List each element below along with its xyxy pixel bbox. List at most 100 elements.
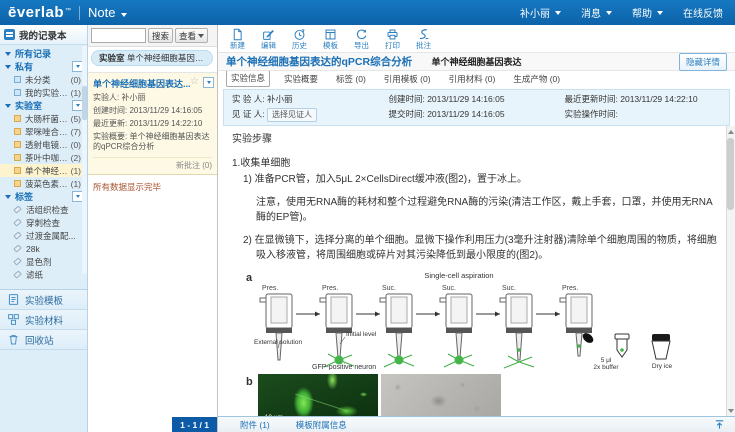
sidebar-scrollbar[interactable]: [82, 46, 87, 274]
new-button[interactable]: 新建: [230, 28, 245, 50]
annotation-icon: [417, 28, 430, 41]
figure-a: a Single-cell aspiration Pres. Pres.: [246, 270, 717, 370]
tab-tags[interactable]: 标签 (0): [332, 72, 370, 87]
notebook-icon: [14, 167, 21, 174]
tag-icon: [13, 231, 22, 239]
notebook-icon: [14, 76, 21, 83]
select-witness-button[interactable]: 选择见证人: [267, 108, 317, 122]
search-button[interactable]: 搜索: [148, 28, 173, 43]
template-info-link[interactable]: 模板附属信息: [296, 419, 347, 431]
toolbar: 新建 编辑 历史 模板 导出: [218, 25, 735, 52]
notebook-icon: [14, 115, 21, 122]
tag-icon: [13, 205, 22, 213]
pencil-icon: [262, 28, 275, 41]
app-logo[interactable]: ēverlab™ Note: [8, 4, 127, 21]
fluorescence-micrograph: 10 μm: [258, 374, 378, 417]
svg-text:2x buffer: 2x buffer: [594, 364, 620, 370]
sidebar-item-notebook[interactable]: 翠咪唑合成... (7): [0, 125, 87, 138]
tab-products[interactable]: 生成产物 (0): [509, 72, 564, 87]
sidebar-section-private[interactable]: 私有: [0, 60, 87, 73]
chevron-down-icon[interactable]: [121, 13, 127, 17]
notebook-icon: [14, 128, 21, 135]
svg-text:Initial level: Initial level: [346, 331, 377, 338]
sidebar-item-uncategorized[interactable]: 未分类 (0): [0, 73, 87, 86]
help-menu[interactable]: 帮助: [632, 5, 663, 20]
new-document-icon: [231, 28, 244, 41]
content-scrollbar[interactable]: [726, 126, 735, 416]
messages-menu[interactable]: 消息: [581, 5, 612, 20]
export-button[interactable]: 导出: [354, 28, 369, 50]
detail-footer-bar: 附件 (1) 模板附属信息: [218, 416, 735, 432]
sidebar-item-recycle-bin[interactable]: 回收站: [0, 330, 87, 350]
notebook-icon: [14, 180, 21, 187]
view-button[interactable]: 查看: [175, 28, 208, 43]
sidebar-section-all-records[interactable]: 所有记录: [0, 47, 87, 60]
scroll-up-arrow[interactable]: [727, 127, 734, 136]
print-button[interactable]: 打印: [385, 28, 400, 50]
info-updated: 最近更新时间: 2013/11/29 14:22:10: [565, 93, 721, 105]
chevron-down-icon: [657, 11, 663, 15]
info-witness: 见 证 人: 选择见证人: [232, 108, 388, 122]
template-button[interactable]: 模板: [323, 28, 338, 50]
notebook-icon: [4, 29, 15, 40]
template-icon: [324, 28, 337, 41]
tab-summary[interactable]: 实验概要: [280, 72, 322, 87]
sidebar-item-materials[interactable]: 实验材料: [0, 310, 87, 330]
sidebar-item-tag[interactable]: 显色剂: [0, 255, 87, 268]
svg-text:Dry ice: Dry ice: [652, 363, 673, 370]
card-annotation-count[interactable]: 新批注 (0): [93, 157, 212, 171]
hide-details-button[interactable]: 隐藏详情: [679, 53, 727, 71]
sidebar-item-notebook-selected[interactable]: 单个神经细... (1): [0, 164, 87, 177]
diagram-title: Single-cell aspiration: [425, 271, 494, 280]
tag-icon: [13, 270, 22, 278]
edit-button[interactable]: 编辑: [261, 28, 276, 50]
scroll-down-arrow[interactable]: [727, 406, 734, 415]
user-menu[interactable]: 补小丽: [520, 5, 561, 20]
sidebar-item-notebook[interactable]: 透射电镜小... (0): [0, 138, 87, 151]
annotate-button[interactable]: 批注: [416, 28, 431, 50]
sidebar-item-tag[interactable]: 穿刺检查: [0, 216, 87, 229]
sidebar-section-tags[interactable]: 标签: [0, 190, 87, 203]
pagination[interactable]: 1 - 1 / 1: [172, 417, 217, 432]
sidebar: 我的记录本 所有记录 私有 未分类 (0): [0, 25, 88, 432]
experiment-title: 单个神经细胞基因表达的qPCR综合分析: [226, 54, 412, 69]
product-name: Note: [88, 5, 115, 20]
sidebar-item-tag[interactable]: 活组织检查: [0, 203, 87, 216]
tab-experiment-info[interactable]: 实验信息: [226, 70, 270, 87]
svg-text:5 μl: 5 μl: [601, 357, 612, 364]
chevron-down-icon: [76, 195, 80, 198]
chevron-down-icon: [555, 11, 561, 15]
sidebar-item-my-records[interactable]: 我的实验记... (1): [0, 86, 87, 99]
sidebar-section-lab[interactable]: 实验室: [0, 99, 87, 112]
export-icon: [355, 28, 368, 41]
card-menu-button[interactable]: [203, 77, 214, 88]
history-button[interactable]: 历史: [292, 28, 307, 50]
sidebar-item-tag[interactable]: 滤纸: [0, 268, 87, 281]
sidebar-item-notebook[interactable]: 大肠杆菌电... (5): [0, 112, 87, 125]
sidebar-item-notebook[interactable]: 菠菜色素的... (1): [0, 177, 87, 190]
collapse-panel-icon[interactable]: [714, 419, 725, 430]
feedback-label: 在线反馈: [683, 5, 723, 20]
notebook-icon: [14, 89, 21, 96]
sidebar-footer: 实验模板 实验材料 回收站: [0, 289, 87, 350]
sidebar-item-templates[interactable]: 实验模板: [0, 290, 87, 310]
scrollbar-thumb[interactable]: [727, 138, 734, 210]
scrollbar-thumb[interactable]: [82, 86, 87, 120]
logo-separator: [79, 6, 80, 20]
attachments-link[interactable]: 附件 (1): [240, 419, 270, 431]
sidebar-item-tag[interactable]: 28k: [0, 242, 87, 255]
experiment-card[interactable]: 单个神经细胞基因表达... ☆ 实验人: 补小丽 创建时间: 2013/11/2…: [88, 73, 217, 175]
star-icon[interactable]: ☆: [190, 76, 199, 87]
sidebar-item-notebook[interactable]: 茶叶中咖啡... (2): [0, 151, 87, 164]
search-input[interactable]: [91, 28, 146, 43]
notebooks-header[interactable]: 我的记录本: [0, 25, 87, 45]
filter-pill[interactable]: 实验室 单个神经细胞基因表达: [91, 50, 213, 66]
tab-cited-materials[interactable]: 引用材料 (0): [445, 72, 500, 87]
sidebar-item-tag[interactable]: 过渡金属配...: [0, 229, 87, 242]
tab-cited-templates[interactable]: 引用模板 (0): [380, 72, 435, 87]
figure-b: b 10 μm: [246, 374, 717, 417]
chevron-down-icon: [5, 65, 11, 69]
template-icon: [7, 293, 20, 306]
feedback-link[interactable]: 在线反馈: [683, 5, 723, 20]
notebooks-header-label: 我的记录本: [19, 28, 67, 42]
